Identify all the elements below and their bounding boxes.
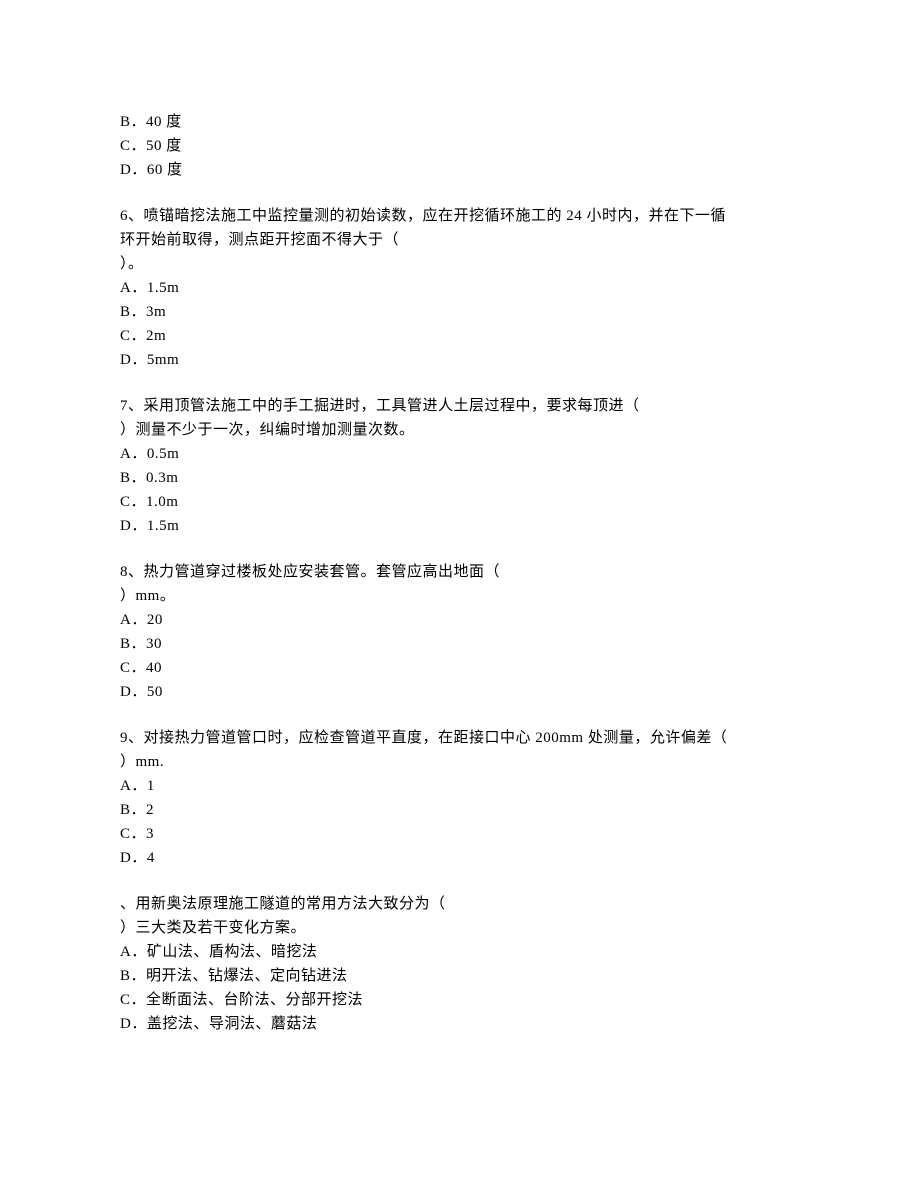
question-stem-line: 9、对接热力管道管口时，应检查管道平直度，在距接口中心 200mm 处测量，允许… [120,726,800,750]
option-c: C．2m [120,324,800,348]
option-a: A．1.5m [120,276,800,300]
option-a: A．1 [120,774,800,798]
option-d: D．60 度 [120,158,800,182]
question-stem-line: 7、采用顶管法施工中的手工掘进时，工具管进人土层过程中，要求每顶进（ [120,394,800,418]
question-stem-line: 8、热力管道穿过楼板处应安装套管。套管应高出地面（ [120,560,800,584]
option-b: B．2 [120,798,800,822]
question-10: 、用新奥法原理施工隧道的常用方法大致分为（ ）三大类及若干变化方案。 A．矿山法… [120,892,800,1036]
option-c: C．40 [120,656,800,680]
option-a: A．0.5m [120,442,800,466]
option-b: B．40 度 [120,110,800,134]
question-stem-line: 、用新奥法原理施工隧道的常用方法大致分为（ [120,892,800,916]
question-stem-line: ）mm. [120,750,800,774]
question-8: 8、热力管道穿过楼板处应安装套管。套管应高出地面（ ）mm。 A．20 B．30… [120,560,800,704]
option-d: D．50 [120,680,800,704]
question-stem-line: ）三大类及若干变化方案。 [120,916,800,940]
question-stem-line: ）测量不少于一次，纠编时增加测量次数。 [120,418,800,442]
option-c: C．3 [120,822,800,846]
option-d: D．4 [120,846,800,870]
option-b: B．明开法、钻爆法、定向钻进法 [120,964,800,988]
question-6: 6、喷锚暗挖法施工中监控量测的初始读数，应在开挖循环施工的 24 小时内，并在下… [120,204,800,372]
option-a: A．矿山法、盾构法、暗挖法 [120,940,800,964]
option-b: B．3m [120,300,800,324]
question-7: 7、采用顶管法施工中的手工掘进时，工具管进人土层过程中，要求每顶进（ ）测量不少… [120,394,800,538]
question-stem-line: ）mm。 [120,584,800,608]
option-d: D．5mm [120,348,800,372]
option-d: D．盖挖法、导洞法、蘑菇法 [120,1012,800,1036]
option-c: C．1.0m [120,490,800,514]
question-5-partial-options: B．40 度 C．50 度 D．60 度 [120,110,800,182]
option-b: B．30 [120,632,800,656]
question-stem-line: 6、喷锚暗挖法施工中监控量测的初始读数，应在开挖循环施工的 24 小时内，并在下… [120,204,800,228]
option-c: C．50 度 [120,134,800,158]
option-a: A．20 [120,608,800,632]
option-c: C．全断面法、台阶法、分部开挖法 [120,988,800,1012]
question-stem-line: ）。 [120,252,800,276]
document-page: B．40 度 C．50 度 D．60 度 6、喷锚暗挖法施工中监控量测的初始读数… [0,0,920,1191]
question-stem-line: 环开始前取得，测点距开挖面不得大于（ [120,228,800,252]
option-b: B．0.3m [120,466,800,490]
question-9: 9、对接热力管道管口时，应检查管道平直度，在距接口中心 200mm 处测量，允许… [120,726,800,870]
option-d: D．1.5m [120,514,800,538]
